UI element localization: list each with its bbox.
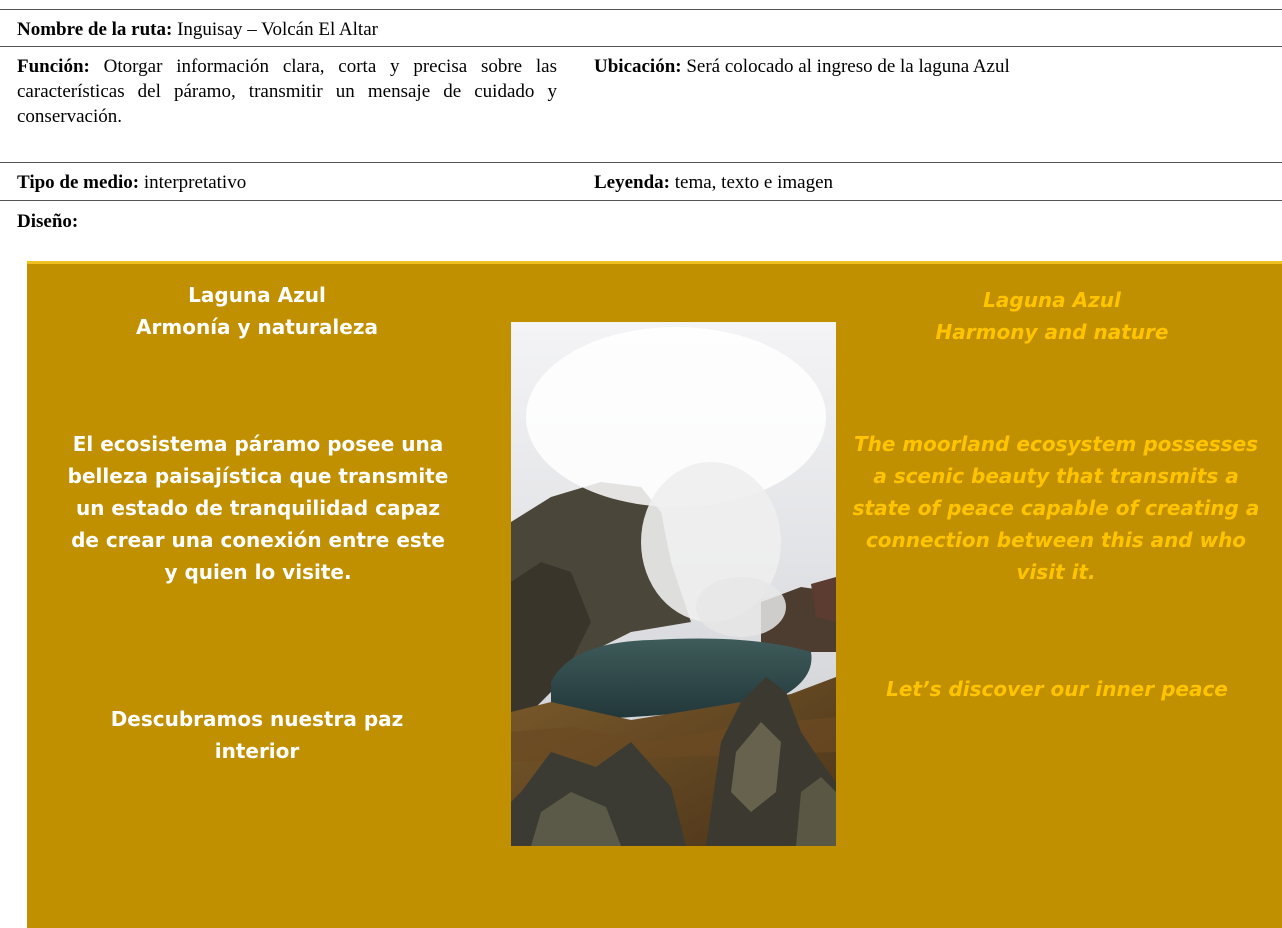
legend-value: tema, texto e imagen [674,172,834,193]
function-value: Otorgar información clara, corta y preci… [17,56,557,127]
table-border [0,46,1282,47]
poster-title-en-line1: Laguna Azul [983,288,1121,312]
poster-cta-en: Let’s discover our inner peace [886,677,1228,701]
poster-title-es-line2: Armonía y naturaleza [136,315,378,339]
lagoon-photo-illustration [511,322,836,846]
poster-title-es-line1: Laguna Azul [188,283,326,307]
route-value: Inguisay – Volcán El Altar [177,19,378,40]
media-type-label: Tipo de medio: [17,172,140,193]
route-label: Nombre de la ruta: [17,19,173,40]
media-type-cell: Tipo de medio: interpretativo [17,170,246,195]
lagoon-photo [511,322,836,846]
table-border [0,162,1282,163]
location-label: Ubicación: [594,56,682,77]
design-label: Diseño: [17,211,79,232]
poster-title-en-line2: Harmony and nature [935,320,1169,344]
media-type-value: interpretativo [143,172,247,193]
location-cell: Ubicación: Será colocado al ingreso de l… [594,54,1274,79]
table-border-top [0,9,1282,10]
route-row: Nombre de la ruta: Inguisay – Volcán El … [17,17,378,42]
poster-body-en: The moorland ecosystem possesses a sceni… [852,432,1260,584]
legend-label: Leyenda: [594,172,670,193]
function-label: Función: [17,56,90,77]
poster-cta-es: Descubramos nuestra paz interior [110,707,404,763]
interpretive-poster: Laguna Azul Armonía y naturaleza El ecos… [27,261,1282,928]
poster-title-es: Laguna Azul Armonía y naturaleza [57,279,457,343]
table-border [0,200,1282,201]
legend-cell: Leyenda: tema, texto e imagen [594,170,833,195]
location-value: Será colocado al ingreso de la laguna Az… [686,56,1010,77]
poster-body-es: El ecosistema páramo posee una belleza p… [67,432,449,584]
function-cell: Función: Otorgar información clara, cort… [17,54,557,129]
poster-title-en: Laguna Azul Harmony and nature [847,284,1257,348]
